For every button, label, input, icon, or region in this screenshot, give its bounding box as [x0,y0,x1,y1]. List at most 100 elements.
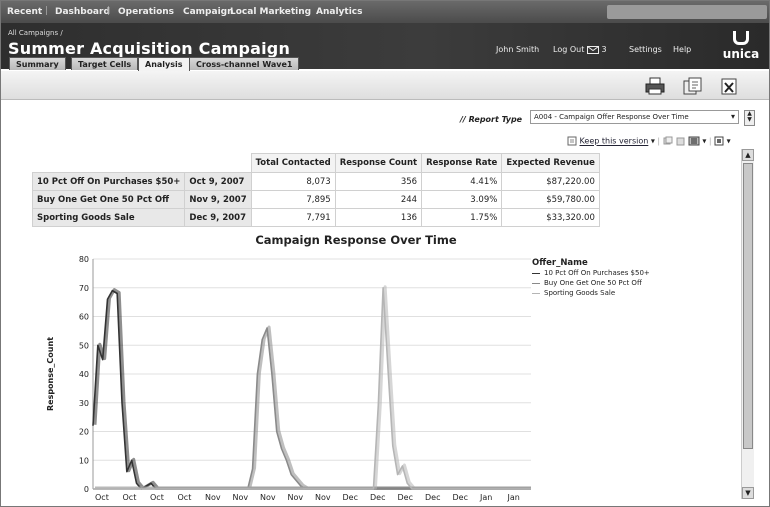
offer-name: Buy One Get One 50 Pct Off [31,190,186,209]
user-name: John Smith [496,45,540,54]
legend-entry: Buy One Get One 50 Pct Off [532,279,650,289]
y-tick-label: 60 [79,313,89,322]
summary-table: Total Contacted Response Count Response … [31,153,600,227]
column-header: Response Rate [421,153,503,173]
response-line-chart: 0 10 20 30 40 50 60 70 80 Oct Oct Oct Oct Nov Nov Nov No… [46,255,531,502]
nav-separator: | [45,6,49,16]
scroll-up-icon[interactable]: ▲ [742,149,754,161]
nav-recent[interactable]: Recent [7,7,42,17]
offer-date: Dec 9, 2007 [184,208,252,227]
tab-cross-channel-wave1[interactable]: Cross-channel Wave1 [189,57,300,70]
export-report-icon[interactable] [688,136,700,146]
copy-icon[interactable] [663,136,673,146]
export-dropdown-icon[interactable]: ▾ [702,137,706,146]
response-count: 244 [334,190,423,209]
x-tick-label: Dec [370,493,385,502]
mail-indicator[interactable]: 3 [587,45,607,54]
offer-date: Oct 9, 2007 [184,172,252,191]
vertical-scrollbar[interactable]: ▲ ▼ [741,149,754,499]
series-line [93,286,531,490]
paste-icon[interactable] [675,136,685,146]
global-search-input[interactable] [607,5,767,19]
scroll-down-icon[interactable]: ▼ [742,487,754,499]
nav-local-marketing[interactable]: Local Marketing [230,7,311,17]
app-window: Recent | Dashboard | Operations Campaign… [0,0,770,507]
expected-revenue: $33,320.00 [501,208,600,227]
legend-title: Offer_Name [532,258,588,268]
y-tick-label: 10 [79,456,89,465]
chart-title: Campaign Response Over Time [255,233,457,247]
chevron-down-icon: ▾ [730,112,735,121]
settings-link[interactable]: Settings [629,45,662,54]
column-header: Total Contacted [250,153,336,173]
table-row: Sporting Goods Sale Dec 9, 2007 7,791 13… [31,208,600,227]
x-tick-label: Nov [260,493,276,502]
action-toolbar [1,71,769,100]
chart-legend: Offer_Name 10 Pct Off On Purchases $50+ … [532,258,650,299]
report-version-bar: Keep this version ▾ | ▾ | ▾ [567,136,731,150]
page-title: Summer Acquisition Campaign [8,39,291,58]
mail-count: 3 [601,45,607,54]
export-icon[interactable] [681,76,703,96]
y-tick-label: 30 [79,399,89,408]
legend-entry: Sporting Goods Sale [532,289,650,299]
report-type-label: // Report Type [460,115,523,124]
total-contacted: 7,895 [250,190,336,209]
nav-separator: | [107,6,111,16]
nav-campaign[interactable]: Campaign [183,7,234,17]
x-tick-label: Dec [398,493,413,502]
tab-analysis[interactable]: Analysis [138,57,190,71]
y-axis-label: Response_Count [46,337,55,411]
tab-target-cells[interactable]: Target Cells [71,57,139,70]
column-header: Expected Revenue [501,153,600,173]
response-count: 356 [334,172,423,191]
response-count: 136 [334,208,423,227]
scroll-thumb[interactable] [743,163,753,449]
delete-icon[interactable] [718,76,740,96]
help-link[interactable]: Help [673,45,691,54]
unica-logo-icon [733,31,749,45]
y-tick-label: 0 [84,485,89,494]
top-nav: Recent | Dashboard | Operations Campaign… [1,1,769,23]
table-row: 10 Pct Off On Purchases $50+ Oct 9, 2007… [31,172,600,191]
keep-version-link[interactable]: Keep this version [580,137,649,146]
response-rate: 3.09% [421,190,503,209]
nav-analytics[interactable]: Analytics [316,7,362,17]
response-rate: 1.75% [421,208,503,227]
tab-summary[interactable]: Summary [9,57,66,70]
document-icon [567,136,577,146]
x-tick-label: Dec [343,493,358,502]
y-tick-label: 80 [79,255,89,264]
x-tick-label: Oct [95,493,109,502]
refresh-dropdown-icon[interactable]: ▾ [727,137,731,146]
report-type-stepper[interactable]: ▲ ▼ [744,110,755,126]
offer-name: Sporting Goods Sale [31,208,186,227]
x-tick-label: Jan [479,493,492,502]
report-type-select[interactable]: A004 - Campaign Offer Response Over Time… [530,110,739,124]
legend-entry: 10 Pct Off On Purchases $50+ [532,269,650,279]
series-shadow-line [93,288,531,490]
x-tick-label: Jan [507,493,520,502]
nav-operations[interactable]: Operations [118,7,174,17]
x-tick-label: Nov [205,493,221,502]
nav-dashboard[interactable]: Dashboard [55,7,110,17]
breadcrumb[interactable]: All Campaigns / [8,29,63,37]
x-tick-label: Nov [315,493,331,502]
total-contacted: 7,791 [250,208,336,227]
version-dropdown-icon[interactable]: ▾ [651,137,655,146]
offer-name: 10 Pct Off On Purchases $50+ [31,172,186,191]
response-rate: 4.41% [421,172,503,191]
logout-link[interactable]: Log Out [553,45,584,54]
x-tick-label: Oct [150,493,164,502]
series-shadow-line [95,325,531,490]
series-line [92,289,531,490]
refresh-icon[interactable] [714,136,724,146]
offer-date: Nov 9, 2007 [184,190,252,209]
print-icon[interactable] [644,76,666,96]
table-header-row: Total Contacted Response Count Response … [33,153,600,173]
x-tick-label: Nov [288,493,304,502]
brand-logo: unica [721,31,761,61]
expected-revenue: $59,780.00 [501,190,600,209]
x-tick-label: Oct [178,493,192,502]
total-contacted: 8,073 [250,172,336,191]
